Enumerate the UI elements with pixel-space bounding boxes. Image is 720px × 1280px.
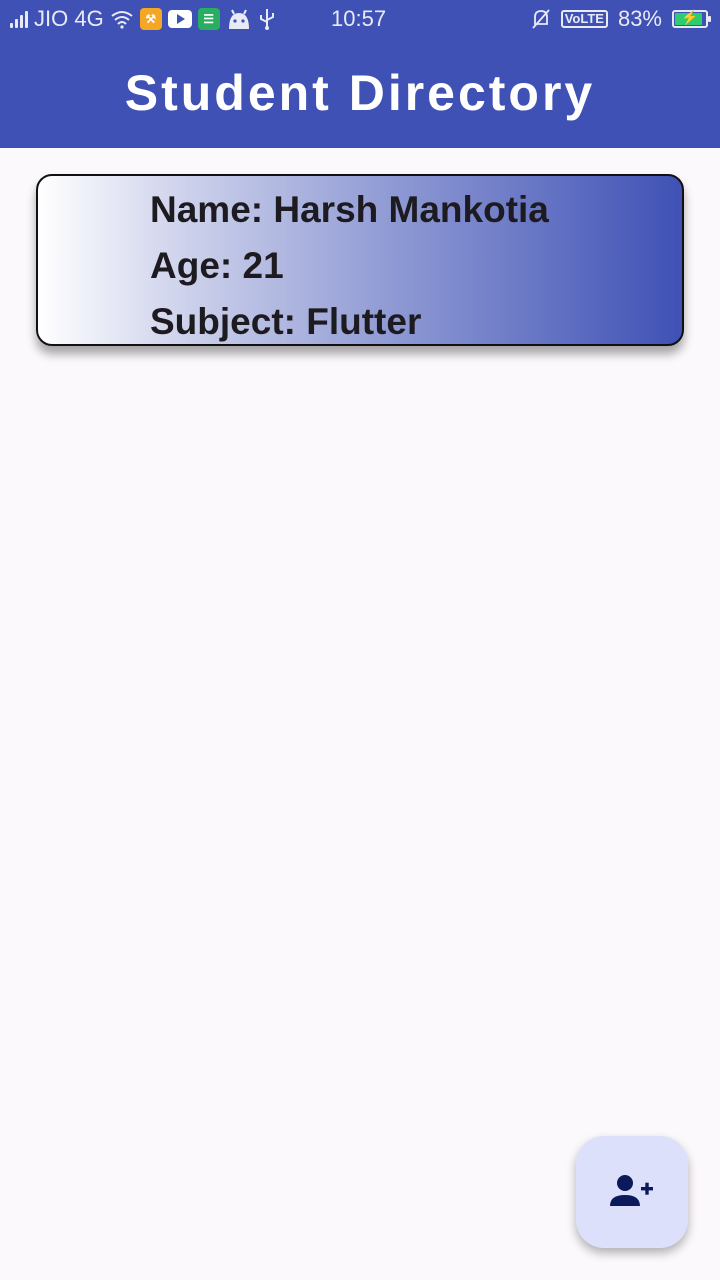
status-bar: JIO 4G ⚒ ☰ 10:57 VoLTE 83% ⚡ [0,0,720,38]
app-notification-icon: ⚒ [139,8,162,30]
student-name: Name: Harsh Mankotia [150,189,549,230]
wifi-icon [111,11,133,29]
carrier-label: JIO 4G [34,6,104,31]
usb-icon [259,9,274,30]
student-subject: Subject: Flutter [150,301,422,342]
status-time: 10:57 [331,6,387,31]
android-icon [228,9,249,29]
add-student-button[interactable] [576,1136,688,1248]
student-card[interactable]: Name: Harsh Mankotia Age: 21 Subject: Fl… [36,174,684,346]
volte-badge: VoLTE [560,10,608,28]
battery-icon: ⚡ [672,9,711,28]
student-age: Age: 21 [150,245,284,286]
shop-icon: ☰ [197,8,220,30]
page-title: Student Directory [124,65,596,121]
person-add-icon [610,1175,653,1206]
youtube-icon [167,10,192,28]
battery-percent: 83% [617,6,662,31]
mute-icon [532,9,550,29]
signal-icon [10,10,28,28]
app-bar: Student Directory [0,38,720,148]
